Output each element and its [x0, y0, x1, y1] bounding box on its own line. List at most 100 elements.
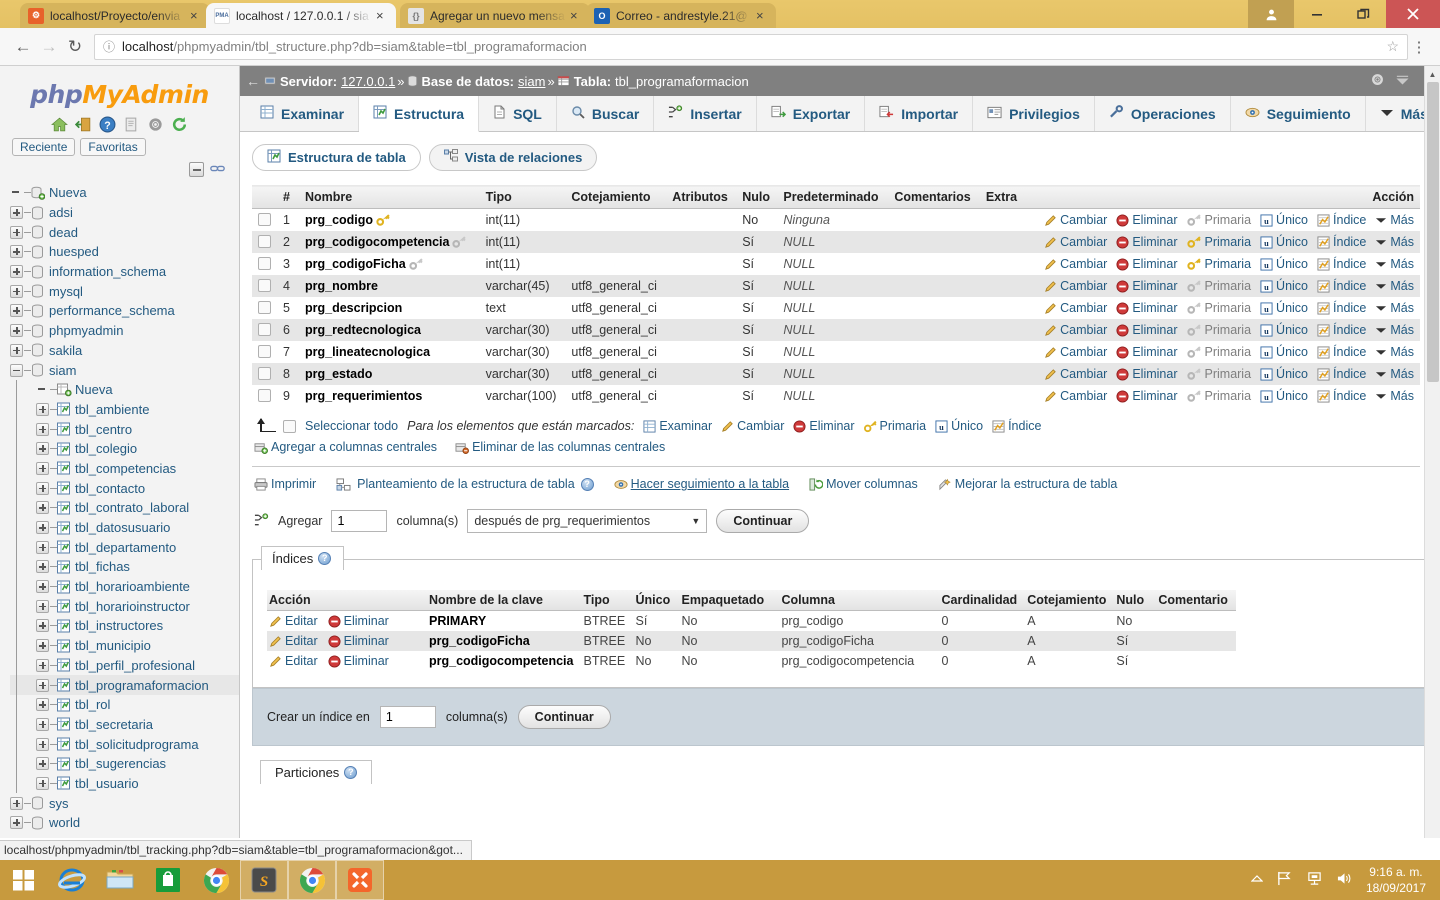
help-icon[interactable]: ? [344, 766, 358, 779]
bulk-unico-action[interactable]: u Único [935, 419, 983, 433]
row-action-eliminar[interactable]: Eliminar [1116, 323, 1178, 337]
browser-tab-4[interactable]: O Correo - andrestyle.21@ × [586, 3, 776, 28]
normalize-structure-tool[interactable]: Mejorar la estructura de tabla [938, 477, 1117, 491]
taskbar-internet-explorer[interactable] [48, 860, 96, 900]
tree-item-tbl-horarioinstructor[interactable]: tbl_horarioinstructor [10, 596, 239, 617]
settings-icon[interactable] [147, 116, 164, 133]
tree-item-tbl-colegio[interactable]: tbl_colegio [10, 438, 239, 459]
row-checkbox[interactable] [258, 257, 271, 270]
index-action-eliminar[interactable]: Eliminar [328, 654, 389, 668]
row-action-mas[interactable]: Más [1375, 367, 1414, 381]
row-action-eliminar[interactable]: Eliminar [1116, 367, 1178, 381]
row-action-eliminar[interactable]: Eliminar [1116, 257, 1178, 271]
row-action-cambiar[interactable]: Cambiar [1044, 389, 1107, 403]
tree-item-tbl-programaformacion[interactable]: tbl_programaformacion [10, 675, 239, 695]
tree-toggle-plus-icon[interactable] [36, 619, 49, 633]
tree-item-tbl-secretaria[interactable]: tbl_secretaria [10, 714, 239, 735]
select-all-label[interactable]: Seleccionar todo [305, 419, 398, 433]
row-checkbox[interactable] [258, 213, 271, 226]
row-action-cambiar[interactable]: Cambiar [1044, 323, 1107, 337]
tab-privilegios[interactable]: Privilegios [973, 96, 1095, 131]
row-action-mas[interactable]: Más [1375, 213, 1414, 227]
network-icon[interactable] [1306, 871, 1323, 889]
row-action-unico[interactable]: u Único [1260, 257, 1308, 271]
tab-exportar[interactable]: Exportar [757, 96, 866, 131]
content-scrollbar[interactable]: ▲ [1424, 66, 1440, 838]
tree-item-tbl-departamento[interactable]: tbl_departamento [10, 537, 239, 558]
row-action-eliminar[interactable]: Eliminar [1116, 345, 1178, 359]
tab-sql[interactable]: SQL [479, 96, 557, 131]
phpmyadmin-logo[interactable]: phpMyAdmin [0, 66, 239, 113]
row-action-mas[interactable]: Más [1375, 279, 1414, 293]
tree-item-tbl-instructores[interactable]: tbl_instructores [10, 616, 239, 636]
row-action-indice[interactable]: Índice [1317, 213, 1366, 227]
taskbar-clock[interactable]: 9:16 a. m. 18/09/2017 [1366, 864, 1430, 896]
restore-button[interactable] [1340, 0, 1386, 28]
add-to-central-columns[interactable]: Agregar a columnas centrales [254, 440, 437, 454]
link-panel-icon[interactable] [210, 163, 225, 177]
tree-item-sakila[interactable]: sakila [10, 341, 239, 361]
add-column-position-select[interactable]: después de prg_requerimientos ▼ [467, 509, 708, 533]
row-action-primaria[interactable]: Primaria [1186, 345, 1251, 359]
tree-toggle-plus-icon[interactable] [36, 757, 49, 771]
address-bar[interactable]: ⓘ localhost/phpmyadmin/tbl_structure.php… [94, 33, 1408, 60]
volume-icon[interactable] [1336, 871, 1353, 889]
tree-item-huesped[interactable]: huesped [10, 242, 239, 262]
tree-item-performance-schema[interactable]: performance_schema [10, 301, 239, 321]
bulk-cambiar-action[interactable]: Cambiar [721, 419, 784, 433]
row-action-unico[interactable]: u Único [1260, 301, 1308, 315]
row-action-unico[interactable]: u Único [1260, 323, 1308, 337]
tree-toggle-plus-icon[interactable] [10, 343, 23, 357]
tree-toggle-plus-icon[interactable] [36, 422, 49, 436]
tree-toggle-plus-icon[interactable] [36, 521, 49, 535]
tab-close-icon[interactable]: × [756, 9, 770, 22]
tree-item-tbl-solicitudprograma[interactable]: tbl_solicitudprograma [10, 734, 239, 754]
tree-toggle-plus-icon[interactable] [10, 265, 23, 279]
taskbar-sublime-text[interactable]: S [240, 860, 288, 900]
tab-close-icon[interactable]: × [190, 9, 204, 22]
track-table-tool[interactable]: Hacer seguimiento a la tabla [614, 477, 789, 491]
tree-item-tbl-centro[interactable]: tbl_centro [10, 419, 239, 439]
row-action-mas[interactable]: Más [1375, 345, 1414, 359]
breadcrumb-server[interactable]: Servidor: 127.0.0.1 [264, 74, 395, 89]
tab-importar[interactable]: Importar [865, 96, 974, 131]
scroll-up-arrow-icon[interactable]: ▲ [1425, 66, 1440, 82]
tree-toggle-plus-icon[interactable] [10, 324, 23, 338]
docs-icon[interactable]: ? [99, 116, 116, 133]
row-action-indice[interactable]: Índice [1317, 235, 1366, 249]
tab-operaciones[interactable]: Operaciones [1095, 96, 1231, 131]
breadcrumb-database[interactable]: Base de datos: siam [407, 74, 545, 89]
tree-toggle-plus-icon[interactable] [10, 304, 23, 318]
row-action-eliminar[interactable]: Eliminar [1116, 301, 1178, 315]
row-action-eliminar[interactable]: Eliminar [1116, 213, 1178, 227]
row-checkbox[interactable] [258, 323, 271, 336]
tree-toggle-plus-icon[interactable] [36, 737, 49, 751]
home-icon[interactable] [51, 116, 68, 133]
row-action-cambiar[interactable]: Cambiar [1044, 235, 1107, 249]
index-action-eliminar[interactable]: Eliminar [328, 614, 389, 628]
tab-estructura[interactable]: Estructura [359, 96, 480, 132]
pma-docs-icon[interactable] [123, 116, 140, 133]
tree-item-tbl-competencias[interactable]: tbl_competencias [10, 458, 239, 479]
row-action-cambiar[interactable]: Cambiar [1044, 345, 1107, 359]
tree-toggle-plus-icon[interactable] [10, 225, 23, 239]
tree-item-tbl-municipio[interactable]: tbl_municipio [10, 635, 239, 656]
tree-toggle-plus-icon[interactable] [36, 540, 49, 554]
tree-toggle-plus-icon[interactable] [10, 816, 23, 830]
row-action-indice[interactable]: Índice [1317, 345, 1366, 359]
bookmark-star-icon[interactable]: ☆ [1386, 38, 1399, 55]
tab-examinar[interactable]: Examinar [246, 96, 360, 131]
bulk-examinar-action[interactable]: Examinar [643, 419, 712, 433]
select-all-checkbox[interactable] [283, 419, 296, 433]
bulk-indice-action[interactable]: Índice [992, 419, 1041, 433]
tab-close-icon[interactable]: × [376, 9, 390, 22]
tree-toggle-plus-icon[interactable] [36, 776, 49, 790]
row-action-primaria[interactable]: Primaria [1186, 323, 1251, 337]
add-column-count-input[interactable] [331, 510, 388, 532]
help-icon[interactable]: ? [318, 552, 332, 565]
propose-structure-tool[interactable]: Planteamiento de la estructura de tabla … [336, 477, 594, 491]
row-checkbox[interactable] [258, 279, 271, 292]
row-action-primaria[interactable]: Primaria [1186, 279, 1251, 293]
tab-buscar[interactable]: Buscar [557, 96, 655, 131]
reload-button[interactable]: ↻ [62, 34, 88, 60]
